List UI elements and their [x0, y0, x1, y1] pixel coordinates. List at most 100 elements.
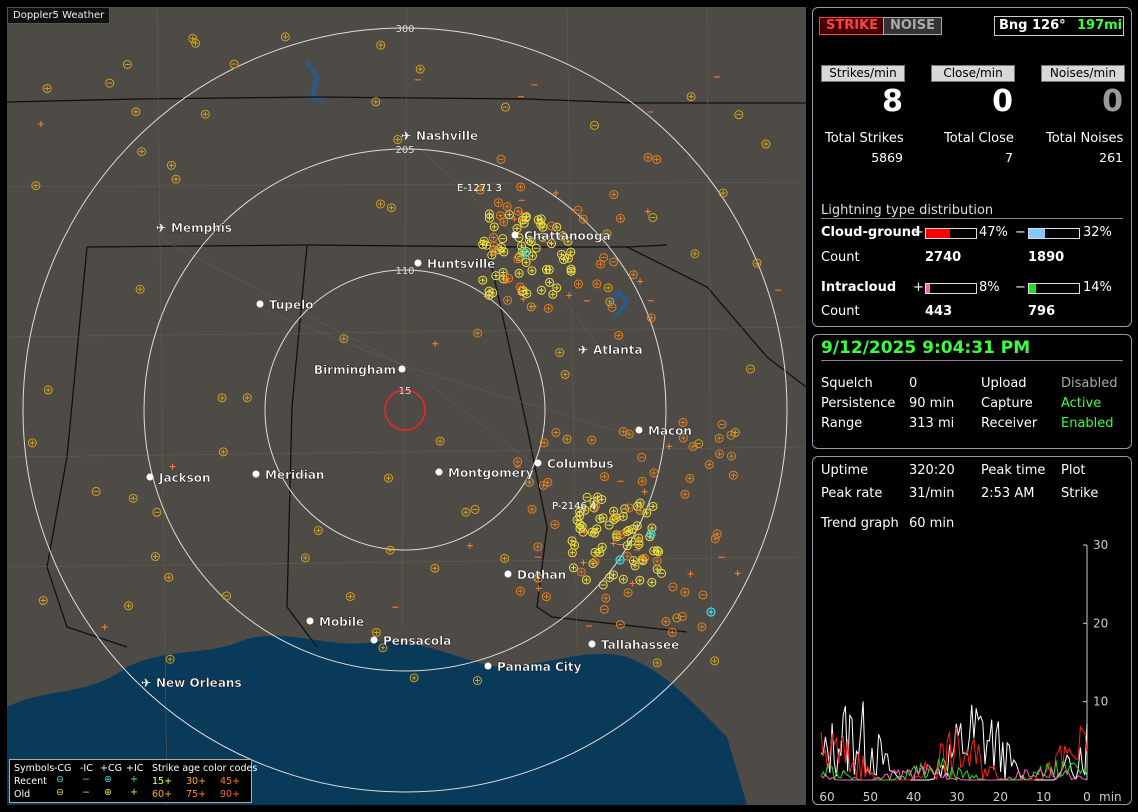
city-dot-icon	[504, 570, 512, 578]
map-legend: Symbols -CG -IC +CG +IC Strike age color…	[9, 759, 257, 803]
plot-label: Plot	[1061, 463, 1086, 478]
cg-neg-sign: −	[1015, 225, 1026, 240]
airport-icon: ✈	[401, 129, 411, 143]
legend-old-ic-neg-icon: −	[82, 787, 90, 798]
close-per-min-value: 0	[992, 84, 1013, 119]
legend-old-cg-pos-icon: ⊕	[104, 787, 112, 798]
city-label: Nashville	[416, 129, 478, 143]
range-label: Range	[821, 416, 863, 431]
total-noises-value: 261	[1099, 150, 1123, 165]
trend-graph: 30 20 10 60 50 40 30 20 10 0 min	[819, 538, 1121, 804]
city-huntsville[interactable]: Huntsville	[414, 257, 496, 271]
strikes-per-min-value: 8	[882, 84, 903, 119]
city-label: Meridian	[265, 468, 324, 482]
ic-pos-pct: 8%	[979, 280, 1000, 295]
city-dot-icon	[398, 365, 406, 373]
storm-label-1[interactable]: E-1271 3	[457, 183, 502, 194]
city-new-orleans[interactable]: ✈ New Orleans	[141, 676, 242, 690]
x-tick-label: 60	[819, 790, 834, 804]
status-divider	[821, 360, 1123, 361]
trend-panel: Uptime 320:20 Peak time Plot Peak rate 3…	[812, 456, 1132, 805]
city-chattanooga[interactable]: Chattanooga	[511, 229, 611, 243]
bearing-label: Bng 126°	[999, 18, 1066, 33]
peak-time-label: Peak time	[981, 463, 1046, 478]
intracloud-label: Intracloud	[821, 280, 897, 295]
ic-pos-count: 443	[925, 304, 953, 319]
city-dot-icon	[484, 662, 492, 670]
cloud-ground-label: Cloud-ground	[821, 225, 921, 240]
cg-neg-count: 1890	[1028, 250, 1065, 265]
total-noises-label: Total Noises	[1046, 131, 1124, 146]
city-dot-icon	[414, 259, 422, 267]
range-label: 205	[395, 145, 414, 156]
x-tick-label: 30	[949, 790, 964, 804]
city-label: Panama City	[497, 660, 582, 674]
ic-neg-bar	[1028, 283, 1080, 294]
distribution-title: Lightning type distribution	[821, 203, 994, 218]
city-tallahassee[interactable]: Tallahassee	[588, 638, 680, 652]
legend-old-ic-pos-icon: +	[130, 787, 138, 798]
strikes-per-min-label: Strikes/min	[821, 65, 905, 82]
legend-ic-pos: +IC	[126, 763, 144, 774]
cg-pos-sign: +	[913, 225, 924, 240]
city-montgomery[interactable]: Montgomery	[435, 466, 534, 480]
city-label: Memphis	[171, 221, 232, 235]
city-label: Tallahassee	[601, 638, 679, 652]
city-columbus[interactable]: Columbus	[534, 457, 614, 471]
ic-pos-sign: +	[913, 280, 924, 295]
legend-age-60: 60+	[152, 789, 173, 800]
cg-count-label: Count	[821, 250, 860, 265]
peak-rate-value: 31/min	[909, 486, 955, 501]
noise-button[interactable]: NOISE	[883, 17, 943, 35]
status-panel: 9/12/2025 9:04:31 PM Squelch 0 Upload Di…	[812, 334, 1132, 449]
legend-symbols-label: Symbols	[14, 763, 55, 774]
cg-pos-count: 2740	[925, 250, 962, 265]
squelch-label: Squelch	[821, 376, 873, 391]
city-panama-city[interactable]: Panama City	[484, 660, 582, 674]
capture-label: Capture	[981, 396, 1033, 411]
bearing-box: Bng 126° 197mi	[994, 16, 1124, 36]
cg-neg-bar	[1028, 228, 1080, 239]
city-label: Dothan	[517, 568, 566, 582]
receiver-value: Enabled	[1061, 416, 1114, 431]
x-tick-label: 20	[993, 790, 1008, 804]
trend-value: 60 min	[909, 516, 955, 531]
capture-value: Active	[1061, 396, 1102, 411]
city-dot-icon	[306, 617, 314, 625]
y-tick-label: 30	[1093, 538, 1108, 552]
city-label: Birmingham	[314, 363, 396, 377]
squelch-value: 0	[909, 376, 918, 391]
city-label: Montgomery	[448, 466, 534, 480]
airport-icon: ✈	[141, 676, 151, 690]
city-dot-icon	[511, 231, 519, 239]
lightning-map[interactable]: 300 205 110 15 ✈ Nashville ✈ Memphis Chattanoog…	[7, 7, 806, 805]
city-dot-icon	[588, 640, 596, 648]
strike-button[interactable]: STRIKE	[819, 17, 886, 35]
city-atlanta[interactable]: ✈ Atlanta	[578, 343, 643, 357]
ic-neg-pct: 14%	[1083, 280, 1112, 295]
persistence-value: 90 min	[909, 396, 955, 411]
legend-old-label: Old	[14, 789, 31, 800]
receiver-label: Receiver	[981, 416, 1038, 431]
range-label: 15	[399, 386, 412, 397]
peak-time-value: 2:53 AM	[981, 486, 1035, 501]
city-label: Jackson	[158, 471, 211, 485]
close-per-min-label: Close/min	[931, 65, 1015, 82]
city-pensacola[interactable]: Pensacola	[370, 634, 452, 648]
distribution-divider	[821, 218, 1123, 219]
total-close-label: Total Close	[944, 131, 1014, 146]
noises-per-min-label: Noises/min	[1041, 65, 1125, 82]
city-dot-icon	[146, 473, 154, 481]
uptime-value: 320:20	[909, 463, 955, 478]
legend-cg-pos: +CG	[100, 763, 122, 774]
city-birmingham[interactable]: Birmingham	[314, 363, 406, 377]
ic-neg-count: 796	[1028, 304, 1056, 319]
noises-per-min-value: 0	[1102, 84, 1123, 119]
storm-label-2[interactable]: P-2146 4	[552, 501, 596, 512]
plot-value[interactable]: Strike	[1061, 486, 1098, 501]
peak-rate-label: Peak rate	[821, 486, 883, 501]
total-strikes-value: 5869	[871, 150, 903, 165]
trend-label: Trend graph	[821, 516, 899, 531]
city-label: New Orleans	[156, 676, 242, 690]
app-title: Doppler5 Weather	[7, 7, 111, 24]
